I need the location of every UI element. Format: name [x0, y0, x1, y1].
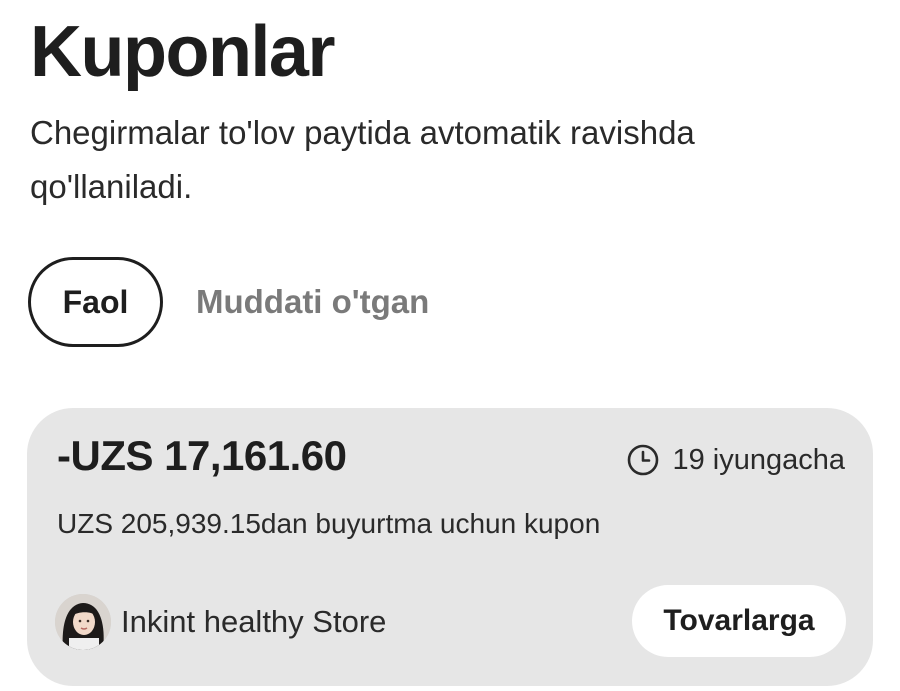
coupon-expiry: 19 iyungacha	[626, 443, 845, 477]
clock-icon	[626, 443, 660, 477]
tab-expired-coupons[interactable]: Muddati o'tgan	[196, 283, 429, 321]
store-avatar	[55, 594, 111, 650]
tab-active-coupons[interactable]: Faol	[28, 257, 163, 347]
store-name: Inkint healthy Store	[121, 604, 387, 639]
coupon-expiry-text: 19 iyungacha	[672, 443, 845, 476]
coupon-card: -UZS 17,161.60 19 iyungacha UZS 205,939.…	[27, 408, 873, 686]
coupon-condition: UZS 205,939.15dan buyurtma uchun kupon	[57, 508, 601, 539]
coupon-amount: -UZS 17,161.60	[57, 432, 347, 479]
page-title: Kuponlar	[30, 12, 335, 92]
page-subtitle: Chegirmalar to'lov paytida avtomatik rav…	[30, 114, 695, 205]
coupon-tabs: Faol Muddati o'tgan	[28, 257, 429, 347]
go-to-products-button[interactable]: Tovarlarga	[632, 585, 846, 657]
store-info[interactable]: Inkint healthy Store	[55, 594, 386, 650]
